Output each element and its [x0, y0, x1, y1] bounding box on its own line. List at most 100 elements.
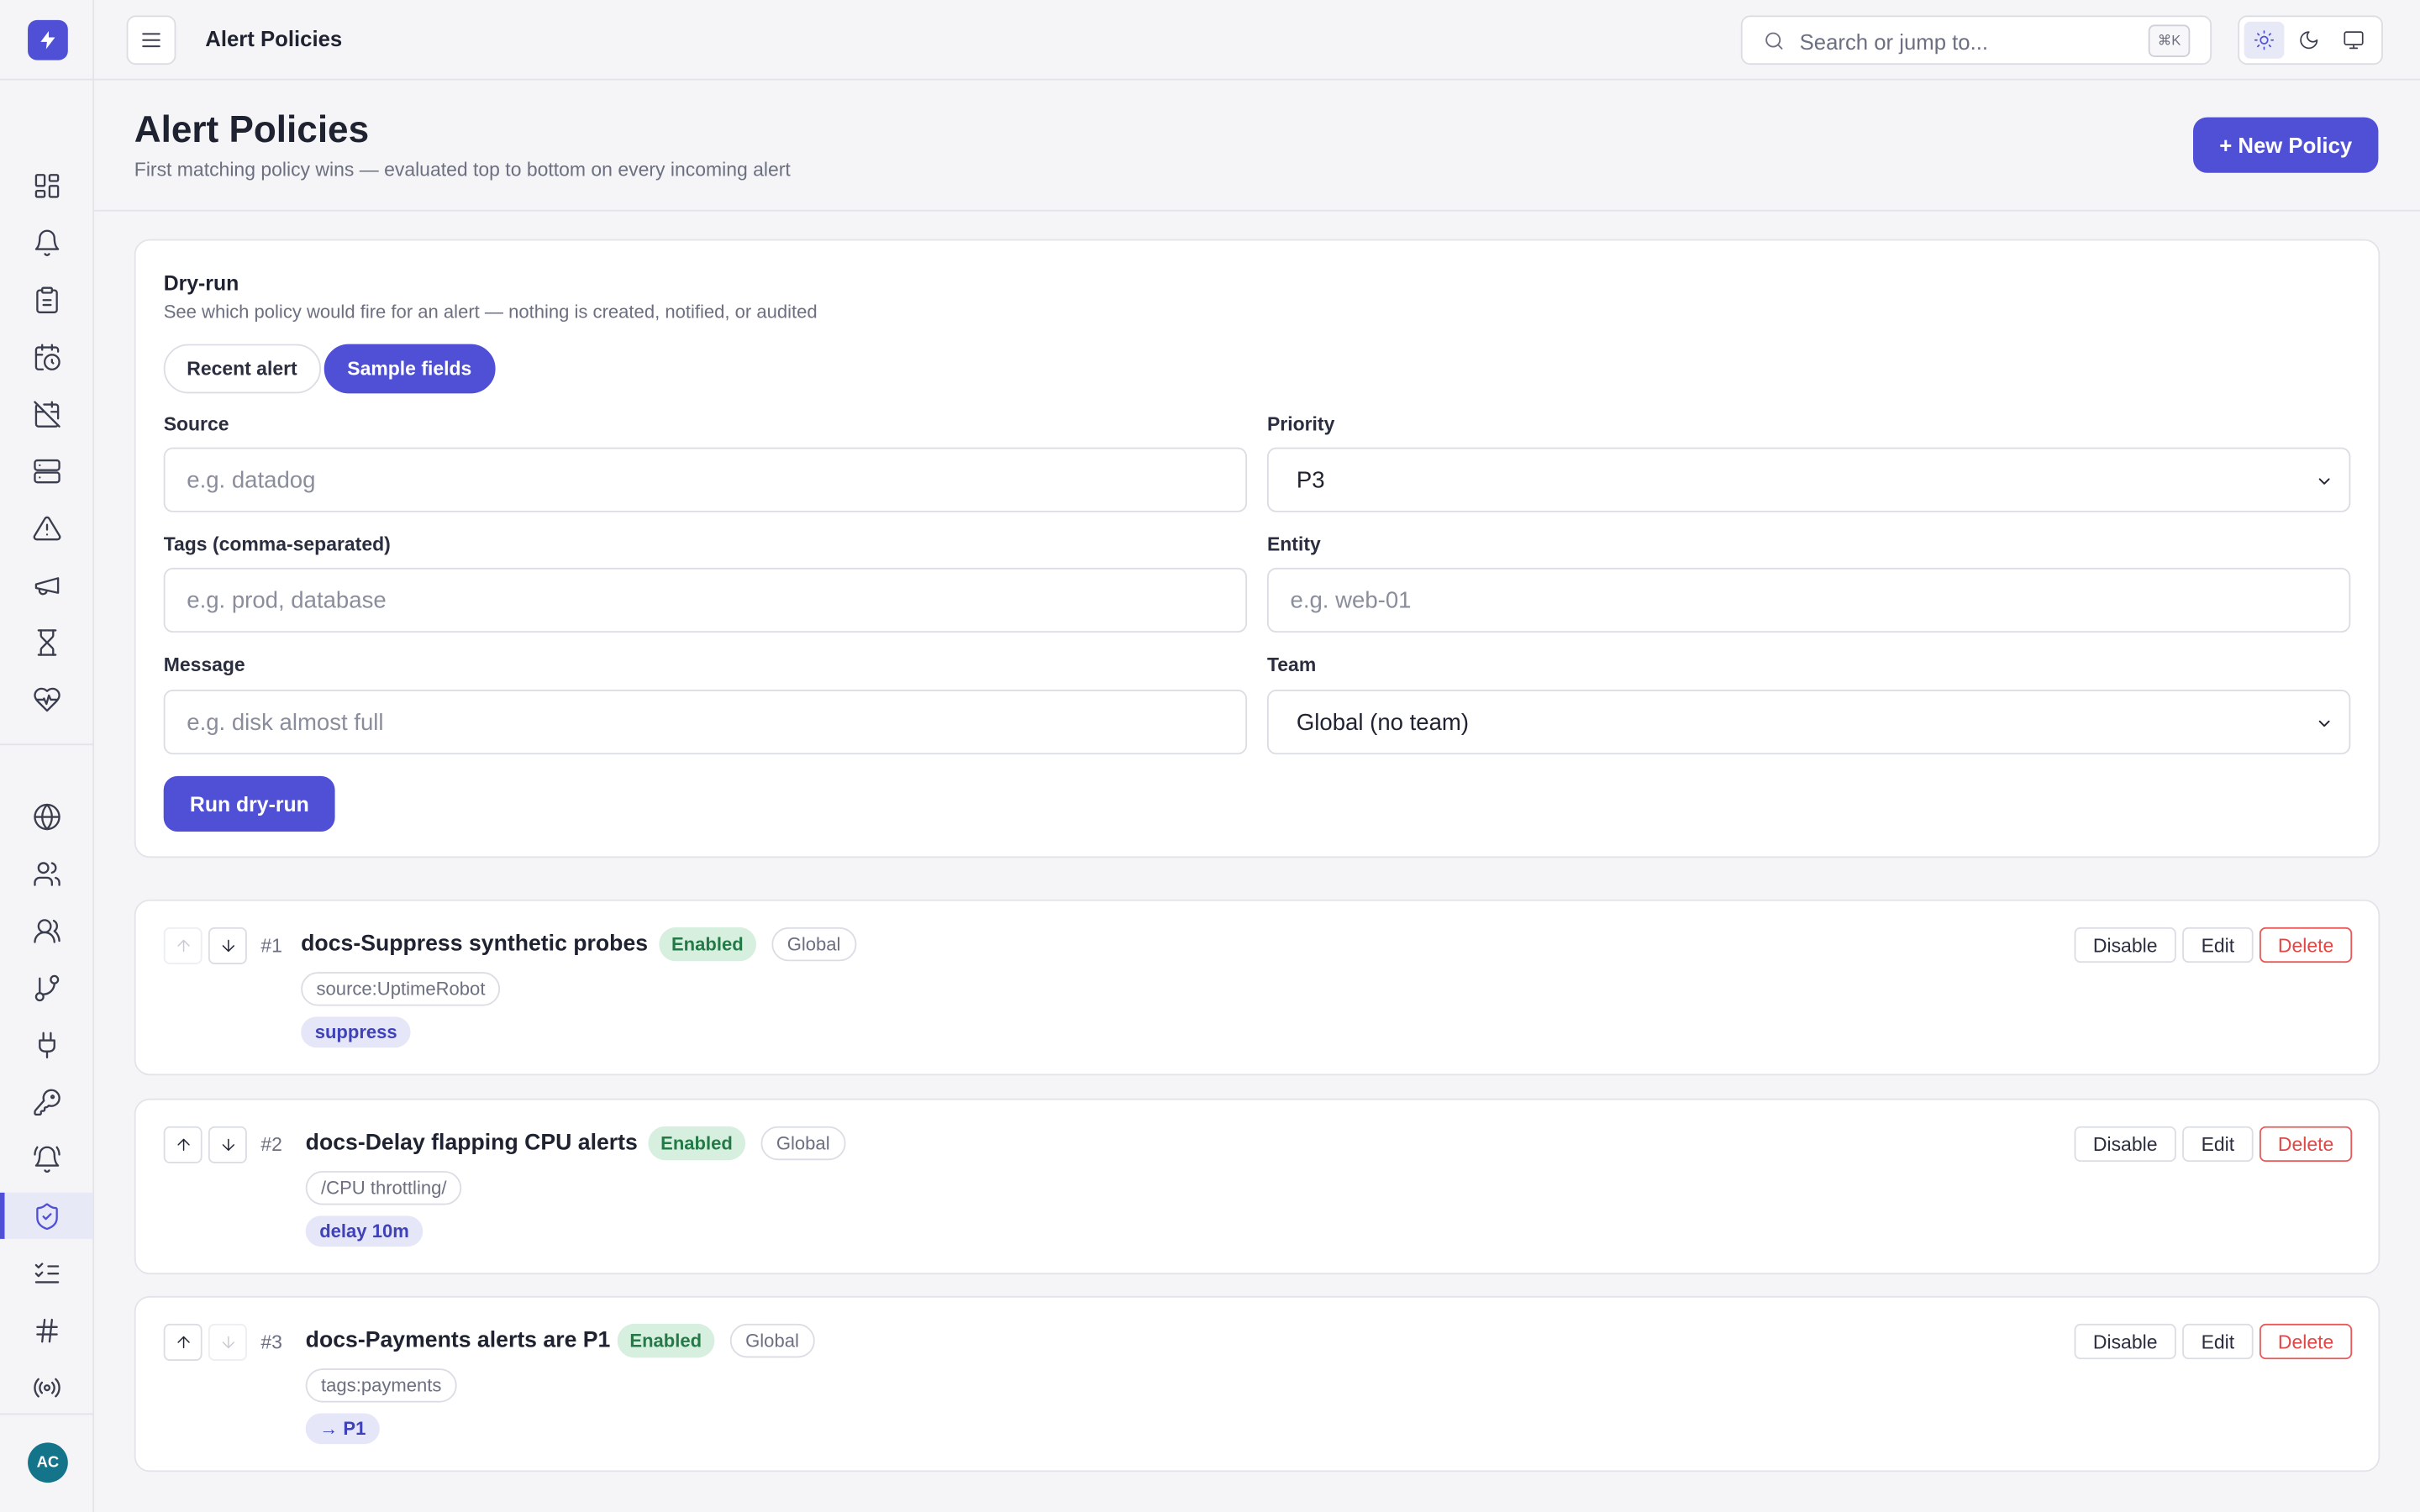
scope-badge: Global	[729, 1323, 815, 1358]
new-policy-button[interactable]: + New Policy	[2193, 117, 2379, 173]
hourglass-icon	[36, 628, 56, 655]
team-label: Team	[1266, 654, 1317, 676]
condition-chip: source:UptimeRobot	[301, 972, 501, 1006]
delete-button[interactable]: Delete	[2259, 1323, 2353, 1360]
sidebar-item-timeline[interactable]	[0, 619, 92, 665]
sidebar-divider	[0, 743, 95, 746]
sidebar-item-alerts[interactable]	[0, 219, 92, 265]
run-dry-run-button[interactable]: Run dry-run	[163, 775, 336, 832]
policy-row: #3 docs-Payments alerts are P1 Enabled G…	[134, 1295, 2381, 1473]
edit-button[interactable]: Edit	[2182, 1126, 2254, 1163]
sidebar-item-api-keys[interactable]	[0, 1079, 92, 1125]
app-logo[interactable]	[28, 19, 68, 60]
priority-label: Priority	[1266, 413, 1335, 435]
dark-theme-button[interactable]	[2289, 22, 2329, 59]
move-up-button[interactable]	[163, 1323, 203, 1361]
policy-number: #3	[260, 1331, 282, 1353]
sidebar-item-channels[interactable]	[0, 1307, 92, 1353]
move-up-button[interactable]	[163, 927, 203, 964]
arrow-down-icon	[221, 1138, 234, 1152]
dry-run-title: Dry-run	[163, 271, 239, 295]
clipboard-icon	[35, 286, 57, 313]
tab-sample-fields[interactable]: Sample fields	[324, 344, 495, 394]
sidebar-item-dashboard[interactable]	[0, 162, 92, 208]
sidebar-item-services[interactable]	[0, 448, 92, 494]
priority-value: P3	[1296, 466, 1325, 493]
source-input[interactable]	[163, 447, 1248, 512]
delete-button[interactable]: Delete	[2259, 927, 2353, 963]
disable-button[interactable]: Disable	[2074, 1323, 2176, 1360]
light-theme-button[interactable]	[2244, 21, 2285, 59]
move-down-button[interactable]	[208, 927, 247, 964]
chevron-down-icon	[2318, 478, 2330, 485]
sun-icon	[2254, 30, 2275, 50]
search-box[interactable]: ⌘K	[1740, 15, 2212, 66]
git-branch-icon	[34, 974, 59, 1001]
sidebar-item-teams[interactable]	[0, 907, 92, 953]
bell-icon	[34, 228, 59, 256]
page-title: Alert Policies	[134, 109, 370, 151]
sidebar-item-tasks[interactable]	[0, 1250, 92, 1296]
sidebar-item-maintenance[interactable]	[0, 391, 92, 437]
chevron-down-icon	[2318, 720, 2330, 727]
team-value: Global (no team)	[1296, 708, 1470, 736]
system-theme-button[interactable]	[2333, 22, 2374, 59]
sidebar-item-announcements[interactable]	[0, 562, 92, 608]
move-down-button[interactable]	[208, 1126, 247, 1163]
move-down-button[interactable]	[208, 1323, 247, 1361]
server-icon	[33, 458, 60, 483]
sidebar-item-alert-policies[interactable]	[0, 1192, 93, 1239]
message-input[interactable]	[163, 690, 1248, 755]
action-chip: → P1	[305, 1413, 380, 1445]
arrow-down-icon	[221, 939, 234, 953]
globe-icon	[33, 802, 60, 830]
arrow-up-icon	[176, 939, 189, 953]
policy-number: #1	[260, 935, 282, 957]
team-select[interactable]: Global (no team)	[1266, 690, 2351, 755]
edit-button[interactable]: Edit	[2182, 1323, 2254, 1360]
hamburger-icon	[142, 33, 160, 48]
sidebar-item-incidents[interactable]	[0, 276, 92, 323]
sidebar-item-health[interactable]	[0, 675, 92, 722]
sidebar-item-warnings[interactable]	[0, 505, 92, 551]
sidebar-item-escalations[interactable]	[0, 964, 92, 1011]
source-label: Source	[163, 413, 229, 435]
dry-run-card: Dry-run See which policy would fire for …	[134, 239, 2381, 858]
search-input[interactable]	[1799, 26, 2139, 57]
disable-button[interactable]: Disable	[2074, 1126, 2176, 1163]
bell-ring-icon	[33, 1145, 60, 1173]
topbar: Alert Policies ⌘K	[94, 0, 2420, 81]
sidebar-item-notifications[interactable]	[0, 1136, 92, 1182]
edit-button[interactable]: Edit	[2182, 927, 2254, 963]
theme-switcher	[2238, 15, 2383, 66]
tab-recent-alert[interactable]: Recent alert	[163, 344, 321, 394]
sidebar-item-heartbeats[interactable]	[0, 1364, 92, 1410]
policy-row: #1 docs-Suppress synthetic probes Enable…	[134, 899, 2381, 1076]
menu-toggle-button[interactable]	[126, 15, 176, 66]
tags-input[interactable]	[163, 567, 1248, 633]
dry-run-subtitle: See which policy would fire for an alert…	[163, 301, 818, 323]
calendar-off-icon	[33, 400, 60, 427]
delete-button[interactable]: Delete	[2259, 1126, 2353, 1163]
sidebar-item-schedules[interactable]	[0, 333, 92, 380]
scope-badge: Global	[771, 927, 856, 962]
entity-input[interactable]	[1266, 567, 2351, 633]
broadcast-icon	[33, 1377, 60, 1397]
action-chip: suppress	[301, 1016, 412, 1048]
sidebar-item-users[interactable]	[0, 850, 92, 896]
policy-number: #2	[260, 1134, 282, 1156]
team-icon	[33, 918, 60, 942]
disable-button[interactable]: Disable	[2074, 927, 2176, 963]
sidebar-item-integrations[interactable]	[0, 1021, 92, 1068]
shield-check-icon	[35, 1202, 57, 1230]
page-header: Alert Policies First matching policy win…	[94, 81, 2420, 212]
sidebar-item-status-page[interactable]	[0, 793, 92, 839]
tags-label: Tags (comma-separated)	[163, 533, 391, 556]
arrow-down-icon	[221, 1336, 234, 1349]
message-label: Message	[163, 654, 245, 676]
policy-name: docs-Delay flapping CPU alerts	[305, 1131, 638, 1156]
user-avatar[interactable]: AC	[28, 1442, 68, 1483]
status-badge: Enabled	[617, 1323, 714, 1358]
move-up-button[interactable]	[163, 1126, 203, 1163]
priority-select[interactable]: P3	[1266, 447, 2351, 512]
